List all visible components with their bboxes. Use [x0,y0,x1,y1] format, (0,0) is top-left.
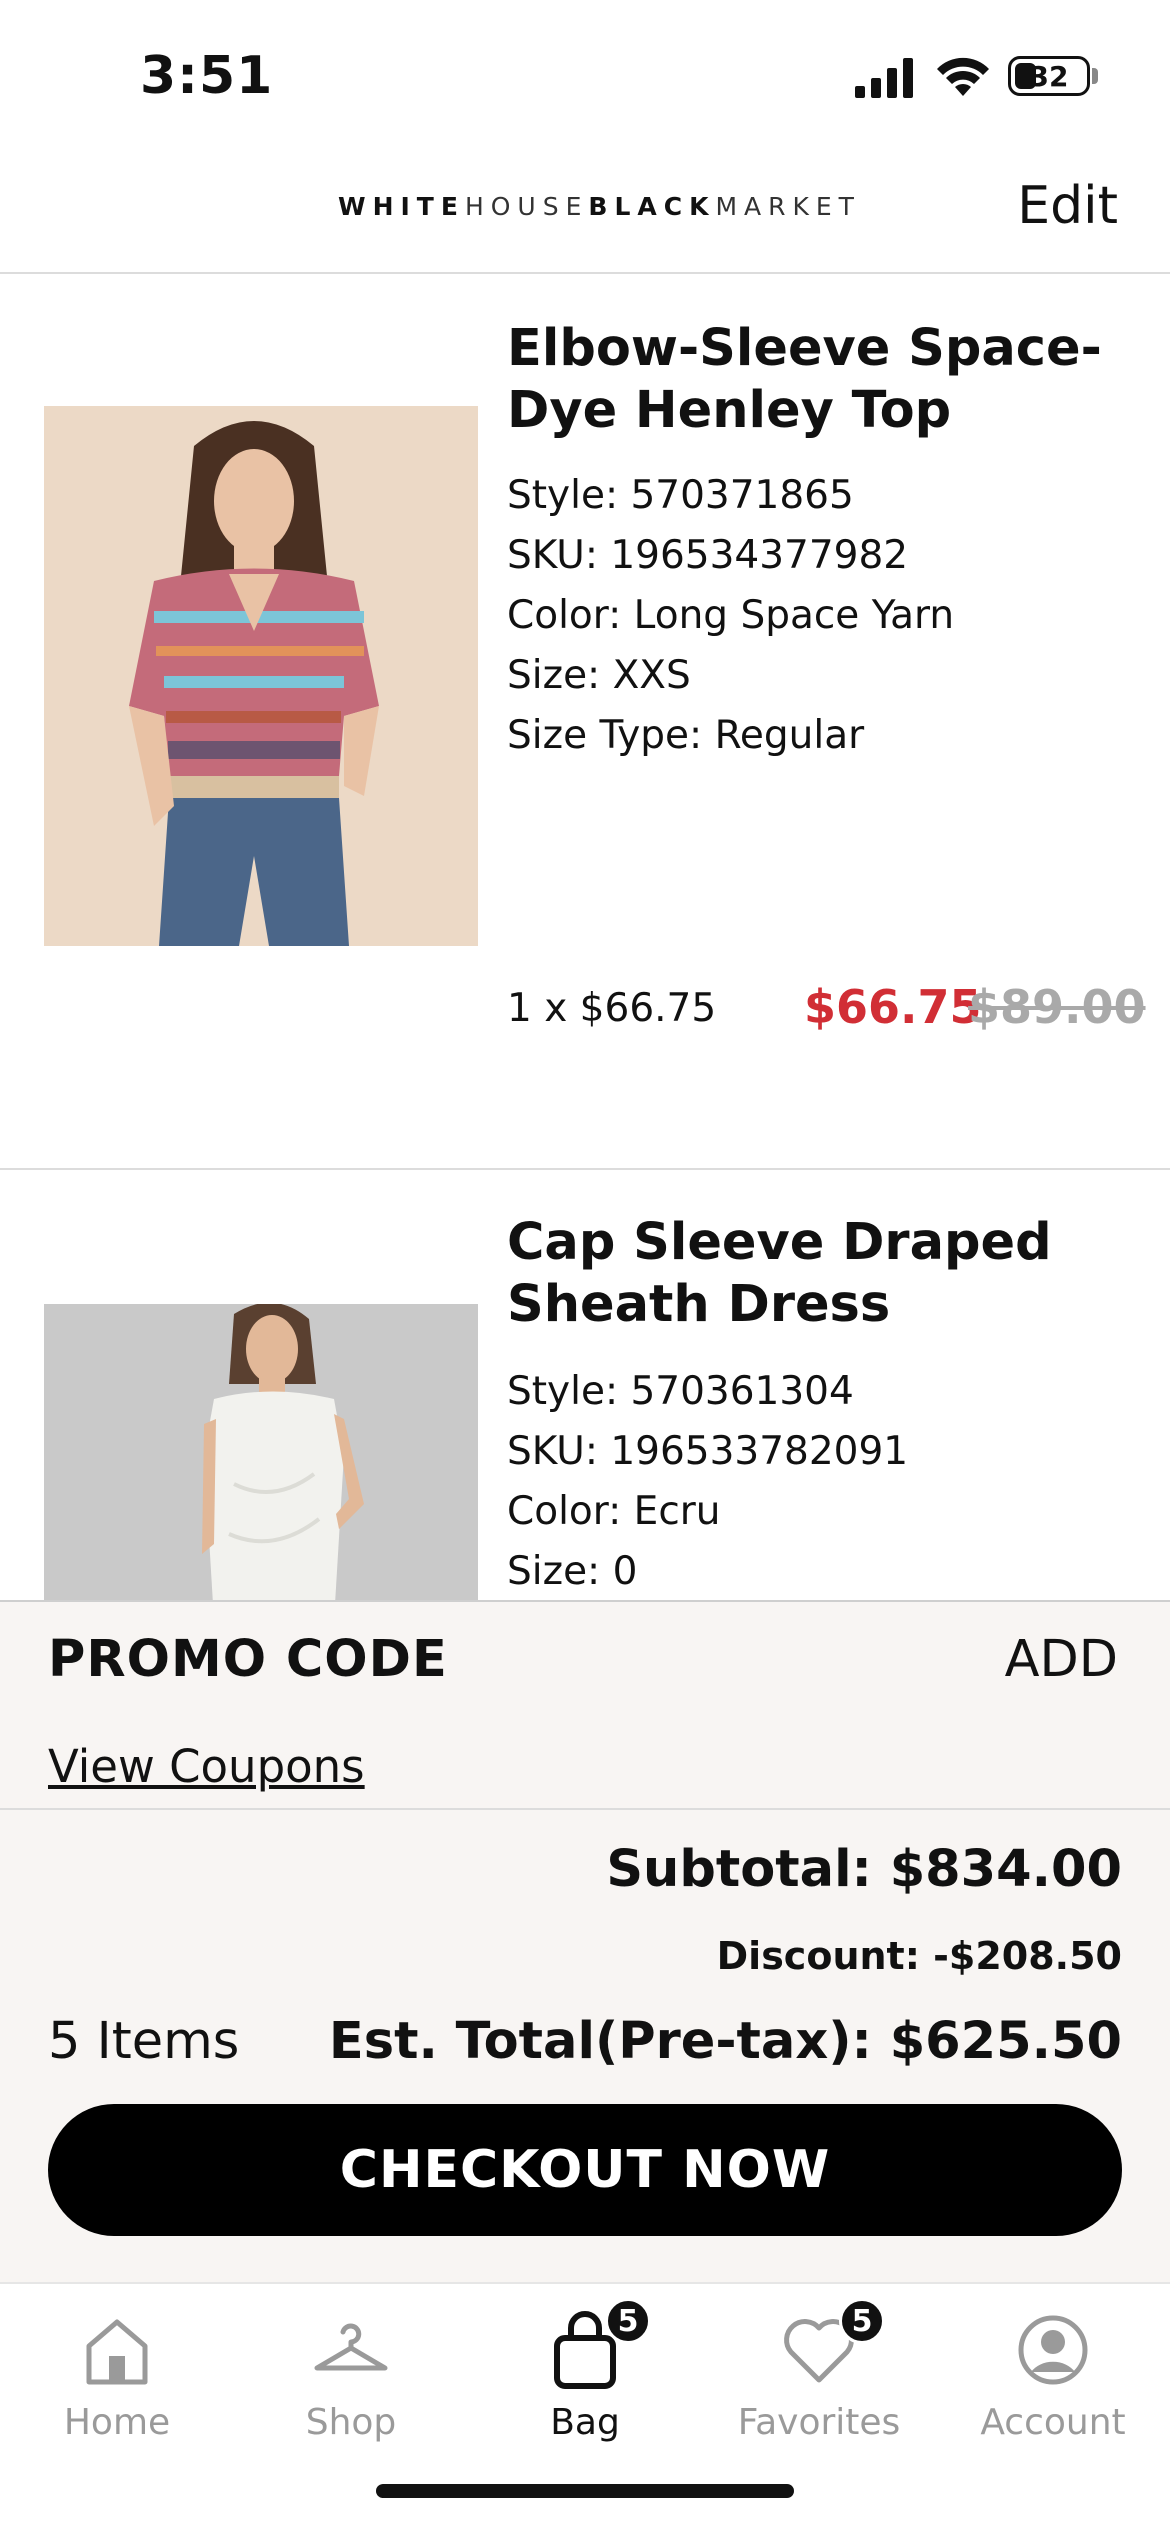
promo-code-label[interactable]: PROMO CODE [48,1630,448,1689]
product-style: Style: 570371865 [507,473,854,518]
tab-label: Shop [305,2402,397,2443]
tab-label: Home [63,2402,171,2443]
bag-badge: 5 [605,2298,651,2344]
subtotal: Subtotal: $834.00 [606,1840,1122,1899]
checkout-button[interactable]: CHECKOUT NOW [48,2104,1122,2236]
cellular-signal-icon [855,58,913,98]
tab-bag[interactable]: 5 Bag [468,2298,702,2460]
product-title[interactable]: Elbow-Sleeve Space-Dye Henley Top [507,318,1122,442]
sale-price: $66.75 [804,980,982,1034]
add-promo-button[interactable]: ADD [1005,1630,1118,1689]
product-sku: SKU: 196534377982 [507,533,909,578]
original-price: $89.00 [968,980,1146,1034]
home-icon [86,2319,148,2385]
quantity-price: 1 x $66.75 [507,986,717,1031]
hanger-icon [314,2323,388,2371]
discount: Discount: -$208.50 [716,1934,1122,1978]
product-title[interactable]: Cap Sleeve Draped Sheath Dress [507,1212,1122,1336]
status-bar: 3:51 32 [0,0,1170,150]
home-indicator[interactable] [376,2484,794,2498]
tab-favorites[interactable]: 5 Favorites [702,2298,936,2460]
product-color: Color: Long Space Yarn [507,593,955,638]
brand-logo: WHITE HOUSE BLACK MARKET [338,192,861,221]
product-image[interactable] [44,1304,478,1602]
product-sku: SKU: 196533782091 [507,1429,909,1474]
favorites-badge: 5 [839,2298,885,2344]
tab-label: Bag [550,2402,620,2443]
bag-item[interactable]: Elbow-Sleeve Space-Dye Henley Top Style:… [0,276,1170,1170]
wifi-icon [937,57,989,96]
tab-label: Favorites [737,2402,901,2443]
product-color: Color: Ecru [507,1489,721,1534]
product-image[interactable] [44,406,478,946]
app-header: WHITE HOUSE BLACK MARKET Edit [0,150,1170,274]
edit-button[interactable]: Edit [1017,176,1118,236]
product-size: Size: XXS [507,653,691,698]
tab-account[interactable]: Account [936,2300,1170,2460]
tab-shop[interactable]: Shop [234,2300,468,2460]
divider [0,1808,1170,1810]
tab-home[interactable]: Home [0,2300,234,2460]
status-time: 3:51 [140,46,274,106]
tab-label: Account [980,2402,1126,2443]
battery-icon: 32 [1008,56,1090,96]
view-coupons-link[interactable]: View Coupons [48,1740,365,1793]
product-size: Size: 0 [507,1549,638,1594]
bag-item[interactable]: Cap Sleeve Draped Sheath Dress Style: 57… [0,1172,1170,1602]
account-icon [1018,2315,1088,2385]
battery-level: 32 [1029,59,1069,93]
product-style: Style: 570361304 [507,1369,854,1414]
product-size-type: Size Type: Regular [507,713,865,758]
order-summary-sheet: PROMO CODE ADD View Coupons Subtotal: $8… [0,1600,1170,2282]
estimated-total: Est. Total(Pre-tax): $625.50 [328,2012,1122,2071]
item-count: 5 Items [48,2012,240,2071]
